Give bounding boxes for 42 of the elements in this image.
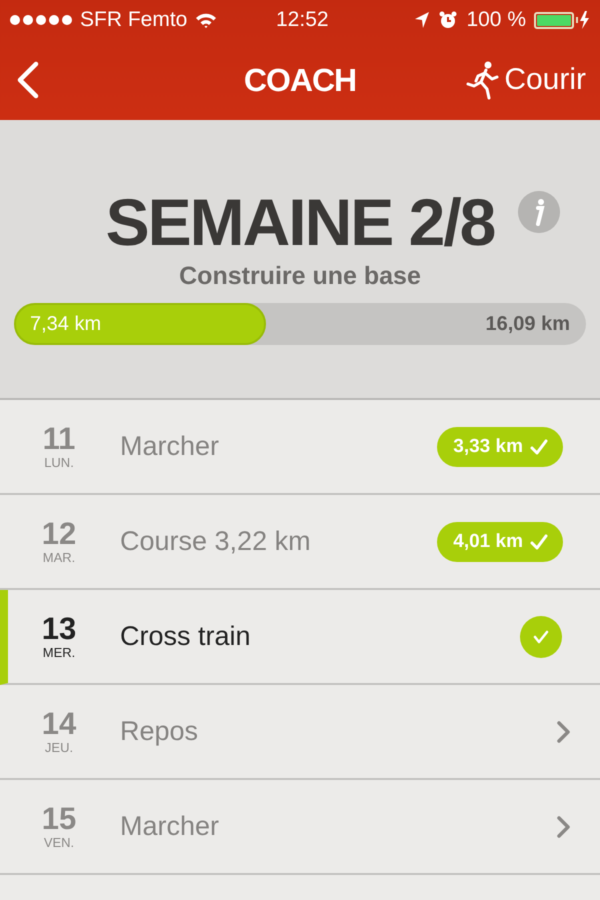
- day-number: 13: [42, 613, 76, 645]
- info-icon[interactable]: [518, 191, 560, 233]
- location-arrow-icon: [414, 11, 430, 29]
- distance-total: 16,09 km: [485, 312, 570, 336]
- alarm-clock-icon: [438, 10, 458, 30]
- distance-badge: 4,01 km: [437, 522, 563, 562]
- distance-badge: 3,33 km: [437, 426, 563, 466]
- activity-name: Course 3,22 km: [120, 526, 312, 557]
- day-number: 12: [42, 518, 76, 550]
- day-number: 15: [42, 803, 76, 835]
- screen-title: COACH: [244, 62, 356, 98]
- day-number: 11: [42, 423, 76, 455]
- activity-name: Repos: [120, 716, 200, 747]
- plan-subtitle: Construire une base: [179, 262, 421, 291]
- carrier-name: SFR Femto: [80, 8, 188, 32]
- day-number: 14: [42, 708, 76, 740]
- week-title: SEMAINE 2/8: [106, 184, 494, 261]
- weekday-label: LUN.: [44, 455, 74, 470]
- distance-done: 7,34 km: [30, 312, 102, 336]
- chevron-right-icon[interactable]: [556, 814, 572, 838]
- day-row[interactable]: 14 JEU. Repos: [0, 685, 600, 780]
- day-row[interactable]: 11 LUN. Marcher 3,33 km: [0, 400, 600, 495]
- check-icon: [529, 532, 549, 552]
- completed-icon: [520, 616, 562, 658]
- battery-percent: 100 %: [466, 8, 526, 32]
- day-row[interactable]: 13 MER. Cross train: [0, 590, 600, 685]
- weekday-label: MER.: [42, 645, 76, 660]
- battery-icon: [534, 10, 590, 30]
- activity-name: Marcher: [120, 811, 220, 842]
- signal-icon: [10, 15, 72, 25]
- chevron-right-icon[interactable]: [556, 720, 572, 744]
- run-button[interactable]: Courir: [466, 60, 586, 100]
- check-icon: [529, 436, 549, 456]
- weekday-label: JEU.: [44, 740, 74, 755]
- day-row[interactable]: 12 MAR. Course 3,22 km 4,01 km: [0, 495, 600, 590]
- clock-time: 12:52: [276, 8, 329, 32]
- activity-name: Cross train: [120, 621, 252, 652]
- weekday-label: MAR.: [42, 550, 76, 565]
- weekday-label: VEN.: [44, 835, 74, 850]
- wifi-icon: [195, 12, 218, 28]
- activity-name: Marcher: [120, 431, 220, 462]
- day-row[interactable]: 15 VEN. Marcher: [0, 780, 600, 875]
